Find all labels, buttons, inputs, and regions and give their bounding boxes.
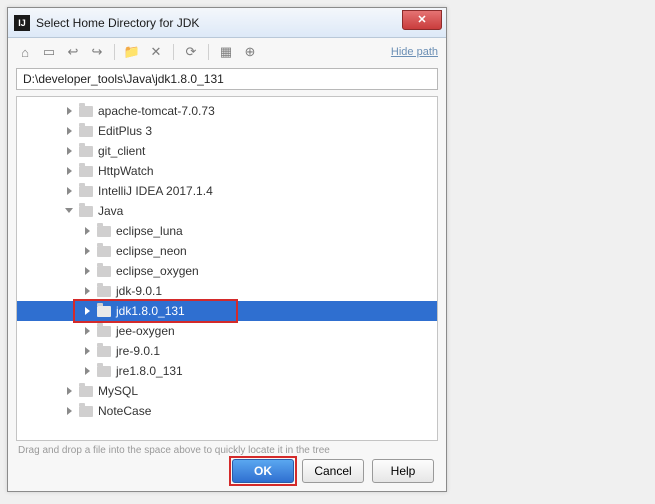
expand-icon[interactable]: ⊕ [241, 43, 259, 61]
tree-row-label: eclipse_neon [116, 244, 187, 258]
tree-row-jre1-8-0-131[interactable]: jre1.8.0_131 [17, 361, 437, 381]
tree-row-notecase[interactable]: NoteCase [17, 401, 437, 421]
help-button[interactable]: Help [372, 459, 434, 483]
tree-row-label: MySQL [98, 384, 138, 398]
tree-row-httpwatch[interactable]: HttpWatch [17, 161, 437, 181]
folder-icon [79, 186, 93, 197]
tree-row-editplus-3[interactable]: EditPlus 3 [17, 121, 437, 141]
chevron-right-icon[interactable] [83, 246, 93, 256]
chevron-right-icon[interactable] [83, 306, 93, 316]
new-folder-icon[interactable]: 📁 [123, 43, 141, 61]
folder-icon [79, 206, 93, 217]
tree-row-label: IntelliJ IDEA 2017.1.4 [98, 184, 213, 198]
refresh-icon[interactable]: ⟳ [182, 43, 200, 61]
folder-icon [97, 226, 111, 237]
tree-row-eclipse-neon[interactable]: eclipse_neon [17, 241, 437, 261]
tree-panel: apache-tomcat-7.0.73 EditPlus 3 git_client… [16, 96, 438, 441]
tree-row-eclipse-luna[interactable]: eclipse_luna [17, 221, 437, 241]
chevron-right-icon[interactable] [83, 266, 93, 276]
folder-icon [97, 246, 111, 257]
tree-row-jdk-9-0-1[interactable]: jdk-9.0.1 [17, 281, 437, 301]
folder-icon [79, 386, 93, 397]
tree-row-java[interactable]: Java [17, 201, 437, 221]
tree-row-label: jdk1.8.0_131 [116, 304, 185, 318]
chevron-right-icon[interactable] [65, 146, 75, 156]
separator [208, 44, 209, 60]
tree-row-label: HttpWatch [98, 164, 154, 178]
desktop-icon[interactable]: ▭ [40, 43, 58, 61]
tree-row-label: git_client [98, 144, 145, 158]
delete-icon[interactable]: ✕ [147, 43, 165, 61]
tree-row-intellij-idea-2017-1-4[interactable]: IntelliJ IDEA 2017.1.4 [17, 181, 437, 201]
window-title: Select Home Directory for JDK [36, 16, 402, 30]
folder-icon [97, 266, 111, 277]
tree-row-apache-tomcat-7-0-73[interactable]: apache-tomcat-7.0.73 [17, 101, 437, 121]
tree-row-mysql[interactable]: MySQL [17, 381, 437, 401]
tree-row-label: NoteCase [98, 404, 151, 418]
button-bar: OK Cancel Help [232, 459, 434, 483]
folder-icon [79, 406, 93, 417]
chevron-right-icon[interactable] [83, 366, 93, 376]
hint-text: Drag and drop a file into the space abov… [18, 445, 436, 456]
folder-icon [97, 286, 111, 297]
folder-icon [79, 166, 93, 177]
tree-row-label: eclipse_oxygen [116, 264, 199, 278]
close-button[interactable]: ✕ [402, 10, 442, 30]
app-icon: IJ [14, 15, 30, 31]
chevron-right-icon[interactable] [83, 226, 93, 236]
tree-row-jdk1-8-0-131[interactable]: jdk1.8.0_131 [17, 301, 437, 321]
tree-row-label: Java [98, 204, 123, 218]
hide-path-link[interactable]: Hide path [391, 46, 438, 58]
tree-row-label: jre-9.0.1 [116, 344, 160, 358]
ok-button[interactable]: OK [232, 459, 294, 483]
tree-row-label: jdk-9.0.1 [116, 284, 162, 298]
titlebar: IJ Select Home Directory for JDK ✕ [8, 8, 446, 38]
folder-icon [79, 126, 93, 137]
folder-icon [97, 366, 111, 377]
chevron-right-icon[interactable] [65, 186, 75, 196]
chevron-right-icon[interactable] [65, 386, 75, 396]
toolbar: ⌂ ▭ ↩ ↪ 📁 ✕ ⟳ ▦ ⊕ Hide path [8, 38, 446, 66]
tree[interactable]: apache-tomcat-7.0.73 EditPlus 3 git_client… [17, 97, 437, 425]
separator [173, 44, 174, 60]
show-hidden-icon[interactable]: ▦ [217, 43, 235, 61]
tree-row-label: jre1.8.0_131 [116, 364, 183, 378]
tree-row-label: jee-oxygen [116, 324, 175, 338]
tree-row-label: eclipse_luna [116, 224, 183, 238]
path-value: D:\developer_tools\Java\jdk1.8.0_131 [23, 72, 224, 86]
forward-icon[interactable]: ↪ [88, 43, 106, 61]
chevron-right-icon[interactable] [83, 286, 93, 296]
folder-icon [97, 346, 111, 357]
chevron-right-icon[interactable] [83, 346, 93, 356]
dialog-window: IJ Select Home Directory for JDK ✕ ⌂ ▭ ↩… [7, 7, 447, 492]
tree-row-jee-oxygen[interactable]: jee-oxygen [17, 321, 437, 341]
chevron-right-icon[interactable] [65, 166, 75, 176]
chevron-right-icon[interactable] [83, 326, 93, 336]
folder-icon [79, 146, 93, 157]
separator [114, 44, 115, 60]
folder-icon [79, 106, 93, 117]
tree-row-label: EditPlus 3 [98, 124, 152, 138]
chevron-down-icon[interactable] [65, 206, 75, 216]
folder-icon [97, 326, 111, 337]
folder-icon [97, 306, 111, 317]
back-icon[interactable]: ↩ [64, 43, 82, 61]
chevron-right-icon[interactable] [65, 126, 75, 136]
cancel-button[interactable]: Cancel [302, 459, 364, 483]
home-icon[interactable]: ⌂ [16, 43, 34, 61]
tree-row-jre-9-0-1[interactable]: jre-9.0.1 [17, 341, 437, 361]
chevron-right-icon[interactable] [65, 106, 75, 116]
chevron-right-icon[interactable] [65, 406, 75, 416]
tree-row-git-client[interactable]: git_client [17, 141, 437, 161]
path-input[interactable]: D:\developer_tools\Java\jdk1.8.0_131 [16, 68, 438, 90]
tree-row-label: apache-tomcat-7.0.73 [98, 104, 215, 118]
tree-row-eclipse-oxygen[interactable]: eclipse_oxygen [17, 261, 437, 281]
